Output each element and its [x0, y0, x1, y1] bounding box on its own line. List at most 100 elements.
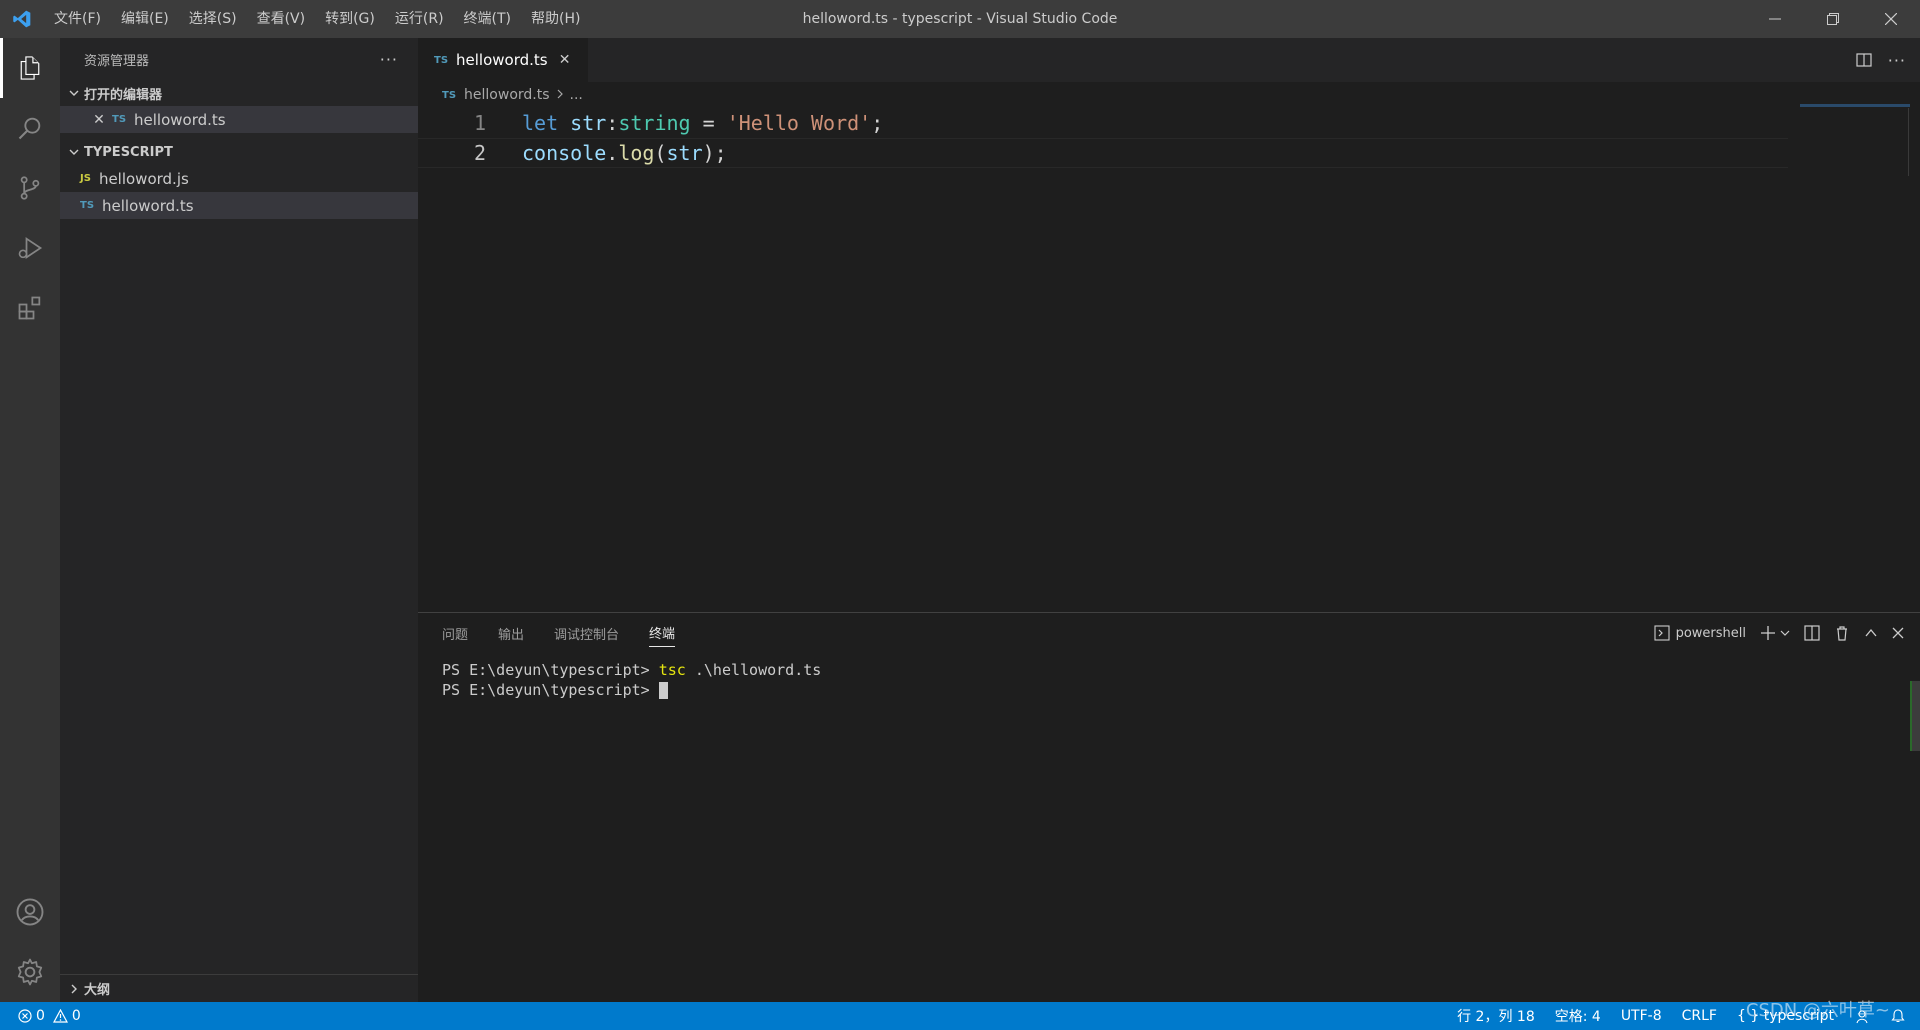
terminal-output[interactable]: PS E:\deyun\typescript> tsc .\helloword.…: [418, 653, 1920, 701]
chevron-right-icon: [64, 983, 84, 995]
open-editor-filename: helloword.ts: [134, 110, 226, 129]
sidebar-header: 资源管理器 ···: [60, 38, 418, 80]
feedback-icon[interactable]: [1854, 1008, 1870, 1024]
search-button[interactable]: [0, 98, 60, 158]
menu-run[interactable]: 运行(R): [385, 0, 454, 38]
open-editor-item[interactable]: ✕ TS helloword.ts: [60, 106, 418, 133]
editor-actions: ···: [1856, 38, 1906, 82]
typescript-file-icon: TS: [112, 114, 127, 125]
indentation[interactable]: 空格: 4: [1555, 1006, 1601, 1026]
terminal-line: PS E:\deyun\typescript> tsc .\helloword.…: [442, 661, 1920, 681]
terminal-line: PS E:\deyun\typescript>: [442, 681, 1920, 701]
typescript-file-icon: TS: [80, 200, 95, 211]
notifications-bell-icon[interactable]: [1890, 1008, 1906, 1024]
source-control-icon: [20, 176, 40, 200]
code-token: console: [522, 141, 607, 165]
outline-section[interactable]: 大纲: [60, 974, 418, 1002]
chevron-down-icon[interactable]: [1780, 628, 1790, 638]
code-line: 1 let str:string = 'Hello Word';: [418, 108, 1920, 138]
extensions-button[interactable]: [0, 278, 60, 338]
tab-debug-console[interactable]: 调试控制台: [554, 620, 619, 647]
file-item[interactable]: TS helloword.ts: [60, 192, 418, 219]
end-of-line[interactable]: CRLF: [1682, 1008, 1717, 1024]
tab-problems[interactable]: 问题: [442, 620, 468, 647]
menu-view[interactable]: 查看(V): [247, 0, 316, 38]
menu-selection[interactable]: 选择(S): [179, 0, 247, 38]
cursor-position[interactable]: 行 2，列 18: [1457, 1006, 1535, 1026]
terminal-icon: [1654, 625, 1670, 641]
menu-go[interactable]: 转到(G): [315, 0, 385, 38]
close-editor-icon[interactable]: ✕: [86, 112, 112, 128]
folder-section-typescript[interactable]: TYPESCRIPT: [60, 139, 418, 165]
split-editor-icon[interactable]: [1856, 52, 1872, 68]
typescript-file-icon: TS: [442, 89, 457, 101]
restore-icon: [1827, 13, 1839, 25]
line-number: 1: [473, 111, 486, 135]
sidebar-title: 资源管理器: [84, 53, 150, 69]
status-bar: 0 0 行 2，列 18 空格: 4 UTF-8 CRLF { } typesc…: [0, 1002, 1920, 1030]
tab-terminal[interactable]: 终端: [649, 619, 676, 647]
menu-edit[interactable]: 编辑(E): [111, 0, 179, 38]
encoding[interactable]: UTF-8: [1621, 1008, 1662, 1024]
language-mode[interactable]: { } typescript: [1737, 1008, 1834, 1024]
explorer-button[interactable]: [0, 38, 60, 98]
search-icon: [18, 117, 41, 140]
menu-help[interactable]: 帮助(H): [521, 0, 590, 38]
editor-tabs: TS helloword.ts ✕ ···: [418, 38, 1920, 82]
file-name: helloword.ts: [102, 196, 194, 215]
minimize-button[interactable]: [1746, 0, 1804, 38]
accounts-button[interactable]: [0, 882, 60, 942]
window-controls: [1746, 0, 1920, 38]
line-source: console.log(str);: [522, 141, 727, 165]
manage-button[interactable]: [0, 942, 60, 1002]
chevron-up-icon[interactable]: [1864, 626, 1878, 640]
add-terminal-icon[interactable]: [1760, 625, 1776, 641]
restore-button[interactable]: [1804, 0, 1862, 38]
source-control-button[interactable]: [0, 158, 60, 218]
problems-status[interactable]: 0 0: [0, 1008, 81, 1024]
explorer-sidebar: 资源管理器 ··· 打开的编辑器 ✕ TS helloword.ts TYPES…: [60, 38, 418, 1002]
bottom-panel: 问题 输出 调试控制台 终端 powershell PS E:\deyun\ty…: [418, 612, 1920, 1002]
menu-terminal[interactable]: 终端(T): [454, 0, 521, 38]
terminal-selector[interactable]: powershell: [1654, 625, 1746, 641]
run-debug-button[interactable]: [0, 218, 60, 278]
breadcrumb-file[interactable]: helloword.ts: [464, 87, 549, 103]
editor-scrollbar[interactable]: [1908, 108, 1920, 176]
terminal-cursor: [658, 682, 668, 699]
breadcrumb-symbols[interactable]: ...: [570, 87, 583, 103]
terminal-prompt: PS E:\deyun\typescript>: [442, 661, 659, 679]
title-bar: 文件(F) 编辑(E) 选择(S) 查看(V) 转到(G) 运行(R) 终端(T…: [0, 0, 1920, 38]
error-icon: [18, 1009, 32, 1023]
close-icon: [1885, 13, 1897, 25]
file-item[interactable]: JS helloword.js: [60, 165, 418, 192]
close-window-button[interactable]: [1862, 0, 1920, 38]
editor-more-icon[interactable]: ···: [1888, 51, 1906, 70]
split-terminal-icon[interactable]: [1804, 625, 1820, 641]
chevron-down-icon: [64, 146, 84, 158]
vscode-logo-icon: [0, 0, 44, 38]
close-tab-icon[interactable]: ✕: [556, 52, 574, 68]
files-icon: [20, 56, 40, 80]
gear-icon: [17, 958, 43, 986]
code-token: .: [606, 141, 619, 165]
activity-bar-bottom: [0, 882, 60, 1002]
tab-label: helloword.ts: [456, 51, 548, 69]
minimap[interactable]: [1800, 104, 1910, 107]
braces-icon: { }: [1736, 1008, 1760, 1024]
error-count: 0: [36, 1008, 45, 1024]
code-token: (: [654, 141, 667, 165]
close-icon[interactable]: [1892, 627, 1904, 639]
terminal-scrollbar[interactable]: [1910, 681, 1920, 751]
tab-helloword-ts[interactable]: TS helloword.ts ✕: [418, 38, 588, 82]
language-label: typescript: [1763, 1008, 1834, 1024]
terminal-prompt: PS E:\deyun\typescript>: [442, 681, 659, 699]
activity-bar: [0, 38, 60, 1002]
trash-icon[interactable]: [1834, 625, 1850, 641]
extensions-icon: [18, 296, 41, 320]
menu-file[interactable]: 文件(F): [44, 0, 111, 38]
open-editors-section[interactable]: 打开的编辑器: [60, 80, 418, 106]
more-actions-icon[interactable]: ···: [380, 50, 398, 69]
code-editor[interactable]: 1 let str:string = 'Hello Word'; 2 conso…: [418, 108, 1920, 168]
tab-output[interactable]: 输出: [498, 620, 524, 647]
